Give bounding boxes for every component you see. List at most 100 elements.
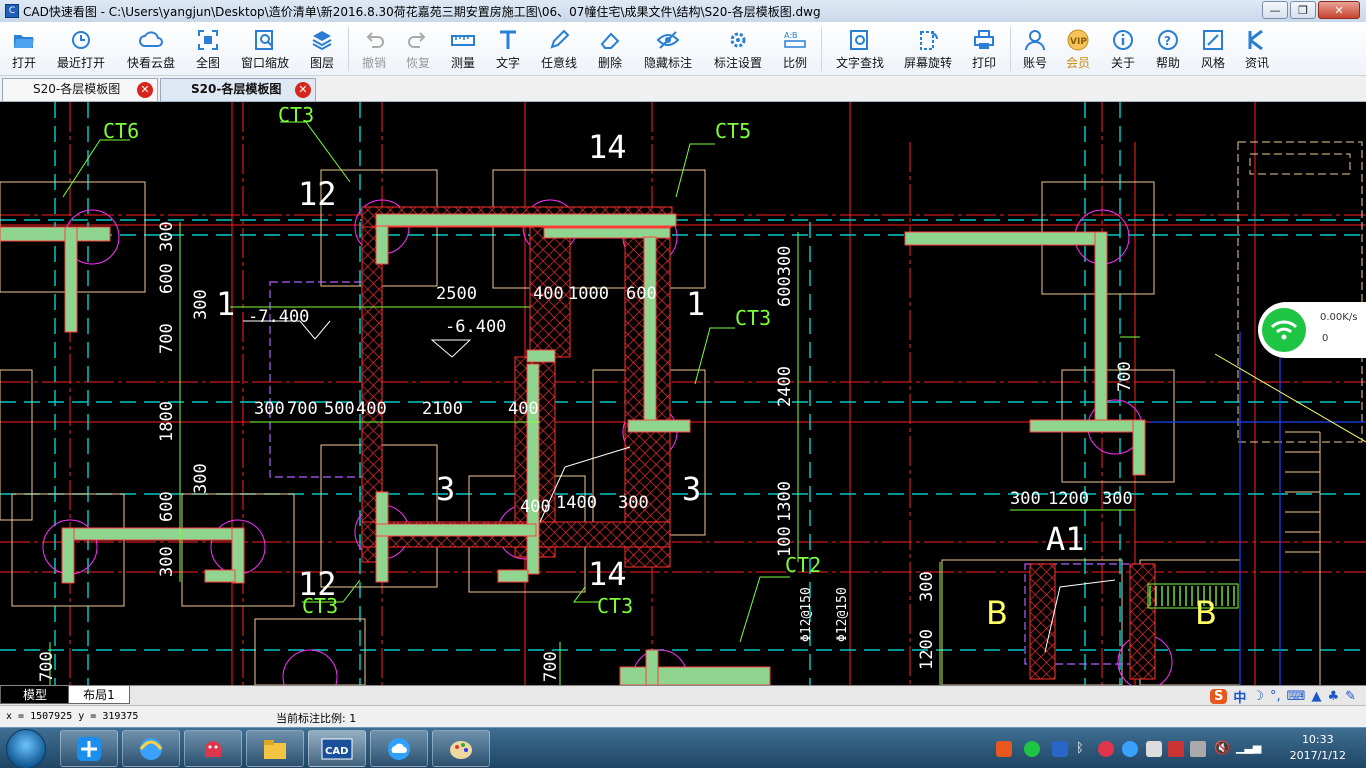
android-tray-icon[interactable]	[1098, 741, 1114, 757]
vdim-2400: 2400	[775, 366, 795, 407]
battery-tray-icon[interactable]	[1190, 741, 1206, 757]
cursor-coordinates: x = 1507925 y = 319375	[6, 711, 139, 722]
vdim-1800: 1800	[157, 401, 177, 442]
ime-toolbar[interactable]: S 中 ☽ °, ⌨ ▲ ♣ ✎	[1209, 686, 1356, 706]
window-controls: — ❐ ✕	[1262, 1, 1360, 19]
vip-member-button[interactable]: VIP 会员	[1055, 22, 1101, 76]
axis-label-3-right: 3	[682, 470, 701, 508]
hide-annotation-button[interactable]: 隐藏标注	[633, 22, 703, 76]
undo-button[interactable]: 撤销	[353, 22, 395, 76]
info-icon	[1110, 28, 1136, 52]
shield-tray-icon[interactable]	[1052, 741, 1068, 757]
paint-icon[interactable]	[432, 730, 490, 767]
scale-button[interactable]: A:B 比例	[773, 22, 817, 76]
cad-icon[interactable]: CAD	[308, 730, 366, 767]
tab-model[interactable]: 模型	[0, 686, 70, 704]
minimize-button[interactable]: —	[1262, 1, 1288, 19]
news-icon	[1244, 28, 1270, 52]
open-button[interactable]: 打开	[2, 22, 46, 76]
volume-tray-icon[interactable]: 🔇	[1214, 741, 1230, 757]
annotation-settings-icon	[725, 28, 751, 52]
skin-icon[interactable]: ▲	[1311, 689, 1321, 704]
clock-icon	[68, 28, 94, 52]
about-button[interactable]: 关于	[1101, 22, 1145, 76]
freehand-line-button[interactable]: 任意线	[531, 22, 587, 76]
windows-taskbar: CAD ᛒ 🔇 ▁▃▅ 10:33 2017/1/12	[0, 727, 1366, 768]
sogou-ime-icon[interactable]: S	[1209, 688, 1228, 704]
recent-open-button[interactable]: 最近打开	[46, 22, 116, 76]
axis-label-14-top: 14	[588, 128, 627, 166]
keyboard-icon[interactable]: ⌨	[1287, 689, 1306, 704]
axis-label-b-left: B	[986, 594, 1008, 632]
dim-1000: 1000	[568, 284, 609, 304]
dim-500: 500	[324, 399, 355, 419]
account-button[interactable]: 账号	[1015, 22, 1055, 76]
vdim-600: 600	[157, 263, 177, 294]
eraser-icon	[597, 28, 623, 52]
vdim-300: 300	[917, 571, 937, 602]
vdim-300: 300	[191, 463, 211, 494]
annotation-settings-button[interactable]: 标注设置	[703, 22, 773, 76]
text-search-button[interactable]: 文字查找	[826, 22, 894, 76]
scale-icon: A:B	[782, 28, 808, 52]
style-button[interactable]: 风格	[1191, 22, 1235, 76]
punctuation-icon[interactable]: °,	[1270, 689, 1281, 704]
wifi-tray-icon[interactable]	[1024, 741, 1040, 757]
news-button[interactable]: 资讯	[1235, 22, 1279, 76]
delete-button[interactable]: 删除	[587, 22, 633, 76]
android-icon[interactable]	[184, 730, 242, 767]
cloud-app-icon[interactable]	[370, 730, 428, 767]
file-explorer-icon[interactable]	[246, 730, 304, 767]
bluetooth-tray-icon[interactable]: ᛒ	[1076, 741, 1092, 757]
axis-label-12-bottom: 12	[298, 565, 337, 603]
layers-icon	[309, 28, 335, 52]
print-button[interactable]: 打印	[962, 22, 1006, 76]
rotate-screen-button[interactable]: 屏幕旋转	[894, 22, 962, 76]
pile-cap-outlines	[0, 141, 1363, 685]
browser-icon[interactable]	[122, 730, 180, 767]
tab-document-2[interactable]: S20-各层模板图 ✕	[160, 78, 316, 101]
maximize-button[interactable]: ❐	[1290, 1, 1316, 19]
pin-app-icon[interactable]	[60, 730, 118, 767]
drawing-canvas[interactable]: CT6 CT3 CT5 CT3 CT3 CT3 CT2 14 12 12 14 …	[0, 102, 1366, 685]
sogou-tray-icon[interactable]	[996, 741, 1012, 757]
close-tab-icon[interactable]: ✕	[295, 82, 311, 98]
network-speed-widget[interactable]: 0.00K/s 0	[1258, 302, 1366, 358]
layers-button[interactable]: 图层	[300, 22, 344, 76]
measure-button[interactable]: 测量	[441, 22, 485, 76]
label-ct3-top: CT3	[278, 103, 314, 127]
help-button[interactable]: ? 帮助	[1145, 22, 1191, 76]
moon-icon[interactable]: ☽	[1252, 689, 1264, 704]
tab-label: S20-各层模板图	[191, 82, 282, 96]
help-icon: ?	[1155, 28, 1181, 52]
text-button[interactable]: 文字	[485, 22, 531, 76]
window-zoom-button[interactable]: 窗口缩放	[230, 22, 300, 76]
dim-300: 300	[254, 399, 285, 419]
vdim-1300: 1300	[775, 481, 795, 522]
signal-tray-icon[interactable]: ▁▃▅	[1236, 741, 1261, 757]
vdim-300: 300	[157, 221, 177, 252]
close-button[interactable]: ✕	[1318, 1, 1360, 19]
system-clock[interactable]: 10:33 2017/1/12	[1290, 732, 1346, 764]
tab-layout1[interactable]: 布局1	[68, 686, 130, 704]
rebar-spec: Φ12@150	[835, 587, 850, 642]
shirt-icon[interactable]: ♣	[1327, 689, 1339, 704]
ime-mode[interactable]: 中	[1233, 687, 1246, 706]
tab-document-1[interactable]: S20-各层模板图 ✕	[2, 78, 158, 101]
usb-tray-icon[interactable]	[1146, 741, 1162, 757]
axis-label-3-left: 3	[436, 470, 455, 508]
dim-400: 400	[356, 399, 387, 419]
browser-tray-icon[interactable]	[1122, 741, 1138, 757]
label-ct6: CT6	[103, 119, 139, 143]
undo-icon	[361, 28, 387, 52]
start-button[interactable]	[6, 729, 46, 768]
close-tab-icon[interactable]: ✕	[137, 82, 153, 98]
label-ct5: CT5	[715, 119, 751, 143]
wrench-icon[interactable]: ✎	[1345, 689, 1356, 704]
cloud-drive-button[interactable]: 快看云盘	[116, 22, 186, 76]
vdim-600: 600	[157, 491, 177, 522]
fit-all-button[interactable]: 全图	[186, 22, 230, 76]
redo-button[interactable]: 恢复	[395, 22, 441, 76]
main-toolbar: 打开 最近打开 快看云盘 全图 窗口缩放 图层 撤销 恢复 测量 文字 任意线 …	[0, 22, 1366, 76]
network-error-tray-icon[interactable]	[1168, 741, 1184, 757]
